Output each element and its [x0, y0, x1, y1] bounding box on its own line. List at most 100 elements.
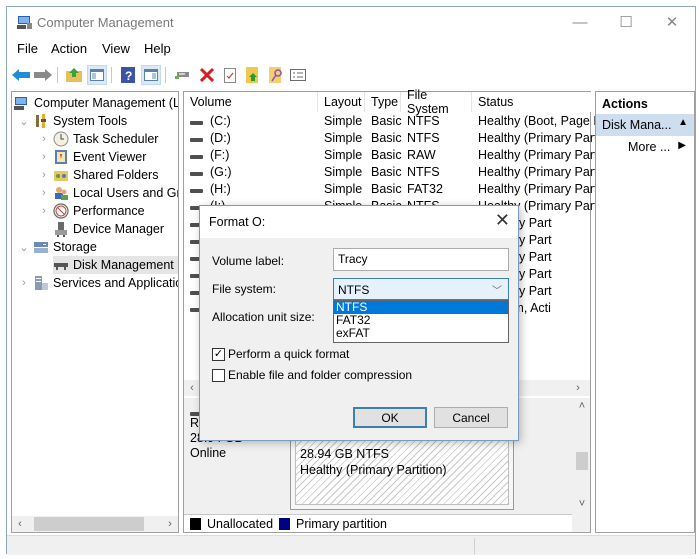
compression-row[interactable]: Enable file and folder compression: [212, 368, 412, 382]
tree-item-label: Device Manager: [73, 222, 165, 236]
chevron-right-icon[interactable]: ›: [18, 277, 30, 289]
tree-item-computer-management[interactable]: Computer Management (Local): [14, 94, 178, 112]
tree-item-services-and-applications[interactable]: › Services and Applications: [18, 274, 178, 292]
actions-group-disk-management[interactable]: Disk Mana... ▲: [596, 114, 694, 136]
chevron-right-icon[interactable]: ›: [38, 133, 50, 145]
tree-item-system-tools[interactable]: ⌄ System Tools: [18, 112, 127, 130]
list-settings-button[interactable]: [288, 65, 308, 85]
volume-cell-layout: Simple: [324, 114, 363, 128]
scroll-left-icon[interactable]: ‹: [184, 380, 200, 396]
minimize-button[interactable]: —: [557, 7, 603, 37]
chevron-right-icon[interactable]: ›: [38, 169, 50, 181]
back-button[interactable]: [11, 65, 31, 85]
menu-help[interactable]: Help: [144, 41, 171, 56]
computer-icon: [14, 97, 27, 110]
column-header-type[interactable]: Type: [365, 92, 401, 112]
volume-cell-type: Basic: [371, 165, 402, 179]
column-header-status[interactable]: Status: [472, 92, 592, 112]
volume-cell-fs: NTFS: [407, 114, 440, 128]
volume-cell-status: Healthy (Primary Part: [478, 182, 598, 196]
show-hide-console-tree-button[interactable]: [87, 65, 107, 85]
properties-button[interactable]: [220, 65, 240, 85]
find-button[interactable]: [266, 65, 286, 85]
volume-row[interactable]: (D:) Simple Basic NTFS Healthy (Primary Part: [184, 131, 597, 148]
scroll-right-icon[interactable]: ›: [570, 380, 586, 396]
volume-label-input[interactable]: Tracy: [333, 248, 509, 271]
scroll-down-icon[interactable]: ˅: [574, 496, 590, 512]
quick-format-row[interactable]: ✓ Perform a quick format: [212, 347, 349, 361]
menu-view[interactable]: View: [102, 41, 130, 56]
chevron-right-icon[interactable]: ›: [38, 205, 50, 217]
toolbar: ?: [7, 63, 695, 87]
scroll-right-icon[interactable]: ›: [162, 516, 178, 532]
scroll-left-icon[interactable]: ‹: [12, 516, 28, 532]
connect-drive-icon: [175, 72, 189, 79]
forward-button[interactable]: [33, 65, 53, 85]
dialog-title: Format O:: [209, 215, 266, 229]
menu-file[interactable]: File: [17, 41, 38, 56]
disk-state: Online: [190, 446, 227, 460]
scroll-up-icon[interactable]: ˄: [574, 398, 590, 414]
delete-button[interactable]: [197, 65, 217, 85]
show-hide-action-pane-button[interactable]: [141, 65, 161, 85]
up-folder-icon: [66, 68, 82, 82]
svg-text:?: ?: [125, 69, 132, 83]
file-system-caption: File system:: [212, 282, 277, 296]
tree-item-label: Local Users and Groups: [73, 186, 178, 200]
tree-item-local-users-and-groups[interactable]: › Local Users and Groups: [38, 184, 178, 202]
chevron-right-icon[interactable]: ›: [38, 151, 50, 163]
show-hide-action-pane-icon: [144, 69, 158, 81]
ok-button[interactable]: OK: [353, 407, 427, 428]
volume-row[interactable]: (G:) Simple Basic NTFS Healthy (Primary Part: [184, 165, 597, 182]
tools-icon: [36, 114, 46, 128]
help-icon: ?: [121, 67, 135, 83]
volume-cell-volume: (D:): [210, 131, 231, 145]
format-dialog: Format O: ✕ Volume label: Tracy File sys…: [199, 205, 519, 441]
scrollbar-thumb[interactable]: [576, 452, 588, 470]
up-one-level-button[interactable]: [64, 65, 84, 85]
menu-action[interactable]: Action: [51, 41, 87, 56]
volume-cell-layout: Simple: [324, 148, 363, 162]
volume-row[interactable]: (C:) Simple Basic NTFS Healthy (Boot, Page F: [184, 114, 601, 131]
file-system-select[interactable]: NTFS ﹀: [333, 278, 509, 300]
quick-format-checkbox[interactable]: ✓: [212, 347, 225, 361]
collapse-up-icon[interactable]: ▲: [678, 117, 688, 128]
tree-item-storage[interactable]: ⌄ Storage: [18, 238, 97, 256]
tree-horizontal-scrollbar[interactable]: ‹ ›: [12, 516, 178, 532]
chevron-right-icon[interactable]: ›: [38, 187, 50, 199]
maximize-button[interactable]: ☐: [603, 7, 649, 37]
menu-bar: File Action View Help: [7, 39, 695, 59]
tree-item-shared-folders[interactable]: › Shared Folders: [38, 166, 158, 184]
chevron-down-icon[interactable]: ⌄: [18, 115, 30, 128]
tree-item-task-scheduler[interactable]: › Task Scheduler: [38, 130, 158, 148]
status-divider: [474, 538, 475, 554]
tree-item-disk-management[interactable]: Disk Management: [53, 256, 178, 274]
disk-map-vertical-scrollbar[interactable]: ˄ ˅: [574, 398, 590, 514]
chevron-down-icon[interactable]: ⌄: [18, 241, 30, 254]
scrollbar-thumb[interactable]: [34, 517, 144, 531]
device-manager-icon: [55, 222, 67, 237]
volume-disk-icon: [190, 138, 203, 142]
actions-more[interactable]: More ... ▶: [596, 136, 694, 158]
volume-row[interactable]: (F:) Simple Basic RAW Healthy (Primary Part: [184, 148, 597, 165]
help-button[interactable]: ?: [118, 65, 138, 85]
file-system-option-exfat[interactable]: exFAT: [334, 327, 508, 340]
tree-item-event-viewer[interactable]: › Event Viewer: [38, 148, 146, 166]
volume-disk-icon: [190, 121, 203, 125]
compression-checkbox[interactable]: [212, 368, 225, 382]
close-button[interactable]: ✕: [649, 7, 695, 37]
dialog-close-icon[interactable]: ✕: [495, 210, 510, 231]
column-header-layout[interactable]: Layout: [318, 92, 365, 112]
cancel-button[interactable]: Cancel: [434, 407, 508, 428]
file-system-dropdown-list: NTFS FAT32 exFAT: [333, 300, 509, 343]
column-header-volume[interactable]: Volume: [184, 92, 318, 112]
connect-button[interactable]: [173, 65, 193, 85]
tree-item-device-manager[interactable]: Device Manager: [53, 220, 164, 238]
tree-item-performance[interactable]: › Performance: [38, 202, 145, 220]
legend: Unallocated Primary partition: [184, 514, 572, 532]
column-header-file-system[interactable]: File System: [401, 88, 472, 116]
tree-item-label: Storage: [53, 240, 97, 254]
users-icon: [55, 187, 68, 200]
volume-row[interactable]: (H:) Simple Basic FAT32 Healthy (Primary Par…: [184, 182, 597, 199]
export-list-button[interactable]: [243, 65, 263, 85]
